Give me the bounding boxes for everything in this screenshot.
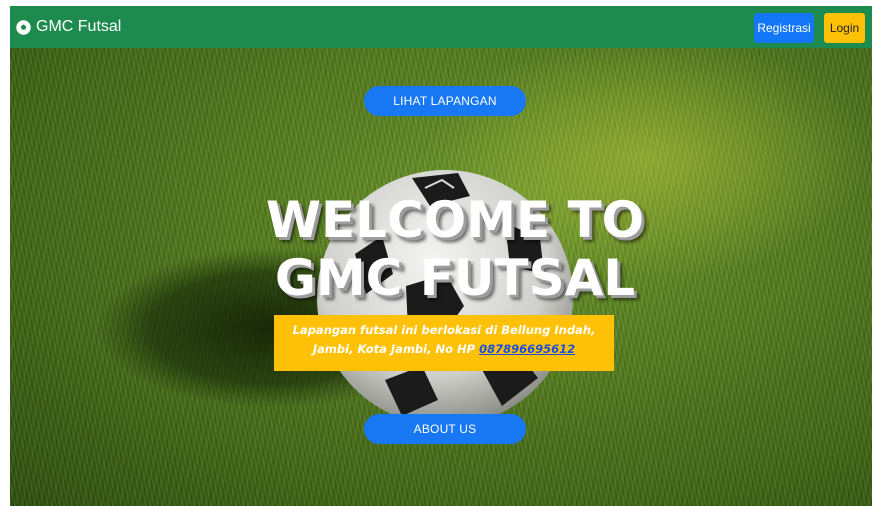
lihat-lapangan-button[interactable]: LIHAT LAPANGAN [364,86,526,116]
navbar: GMC Futsal Registrasi Login [10,6,872,48]
about-us-button[interactable]: ABOUT US [364,414,526,444]
hero-section: LIHAT LAPANGAN WELCOME TO GMC FUTSAL Lap… [10,48,872,506]
brand[interactable]: GMC Futsal [16,18,121,36]
registrasi-button[interactable]: Registrasi [754,13,814,43]
hero-title: WELCOME TO GMC FUTSAL [250,191,660,307]
hero-title-line2: GMC FUTSAL [274,249,636,307]
page: GMC Futsal Registrasi Login LIHAT LAPANG… [10,6,872,506]
hero-title-line1: WELCOME TO [265,191,645,249]
soccer-ball-icon [16,19,31,35]
info-box: Lapangan futsal ini berlokasi di Bellung… [274,315,614,371]
login-button[interactable]: Login [824,13,865,43]
brand-label: GMC Futsal [36,18,122,35]
phone-link[interactable]: 087896695612 [479,342,575,356]
